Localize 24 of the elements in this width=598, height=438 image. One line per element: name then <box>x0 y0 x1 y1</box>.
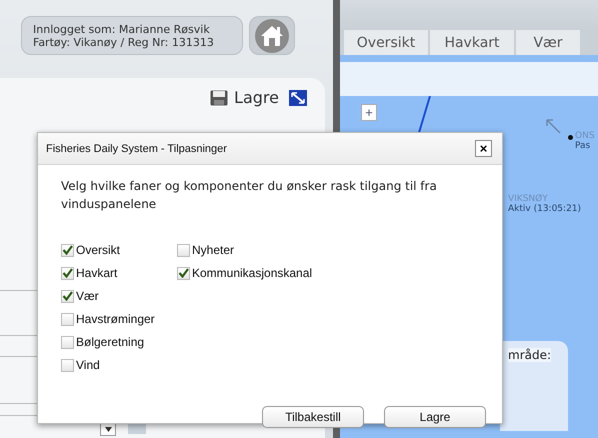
option-checkbox[interactable]: Havkart <box>61 265 177 281</box>
vessel-name: ONS <box>575 131 595 141</box>
option-checkbox[interactable]: Nyheter <box>177 242 312 258</box>
save-button[interactable]: Lagre <box>210 88 279 107</box>
login-info: Innlogget som: Marianne Røsvik Fartøy: Vikanøy / Reg Nr: 131313 <box>21 16 243 55</box>
vessel-status: Aktiv (13:05:21) <box>508 204 582 214</box>
dialog-button[interactable]: Lagre <box>384 406 486 428</box>
vessel-status: Pas <box>575 141 592 151</box>
option-checkbox[interactable]: Vær <box>61 288 177 304</box>
area-label: mråde: <box>508 348 552 362</box>
vessel-name: VIKSNØY <box>508 194 549 204</box>
instructions-text: Velg hvilke faner og komponenter du ønsker rask tilgang til fra vinduspanelene <box>61 178 438 213</box>
map-tab[interactable]: Vær <box>516 30 580 55</box>
option-checkbox[interactable]: Vind <box>61 357 177 373</box>
dialog-title: Fisheries Daily System - Tilpasninger <box>46 142 227 154</box>
option-checkbox[interactable]: Kommunikasjonskanal <box>177 265 312 281</box>
close-button[interactable]: × <box>475 140 492 157</box>
option-checkbox[interactable]: Bølgeretning <box>61 334 177 350</box>
option-checkbox[interactable]: Oversikt <box>61 242 177 258</box>
map-tab[interactable]: Oversikt <box>344 30 428 55</box>
option-checkbox[interactable]: Havstrøminger <box>61 311 177 327</box>
map-tab[interactable]: Havkart <box>430 30 514 55</box>
zoom-in-button[interactable]: + <box>361 104 377 121</box>
dialog-button[interactable]: Tilbakestill <box>262 406 364 428</box>
